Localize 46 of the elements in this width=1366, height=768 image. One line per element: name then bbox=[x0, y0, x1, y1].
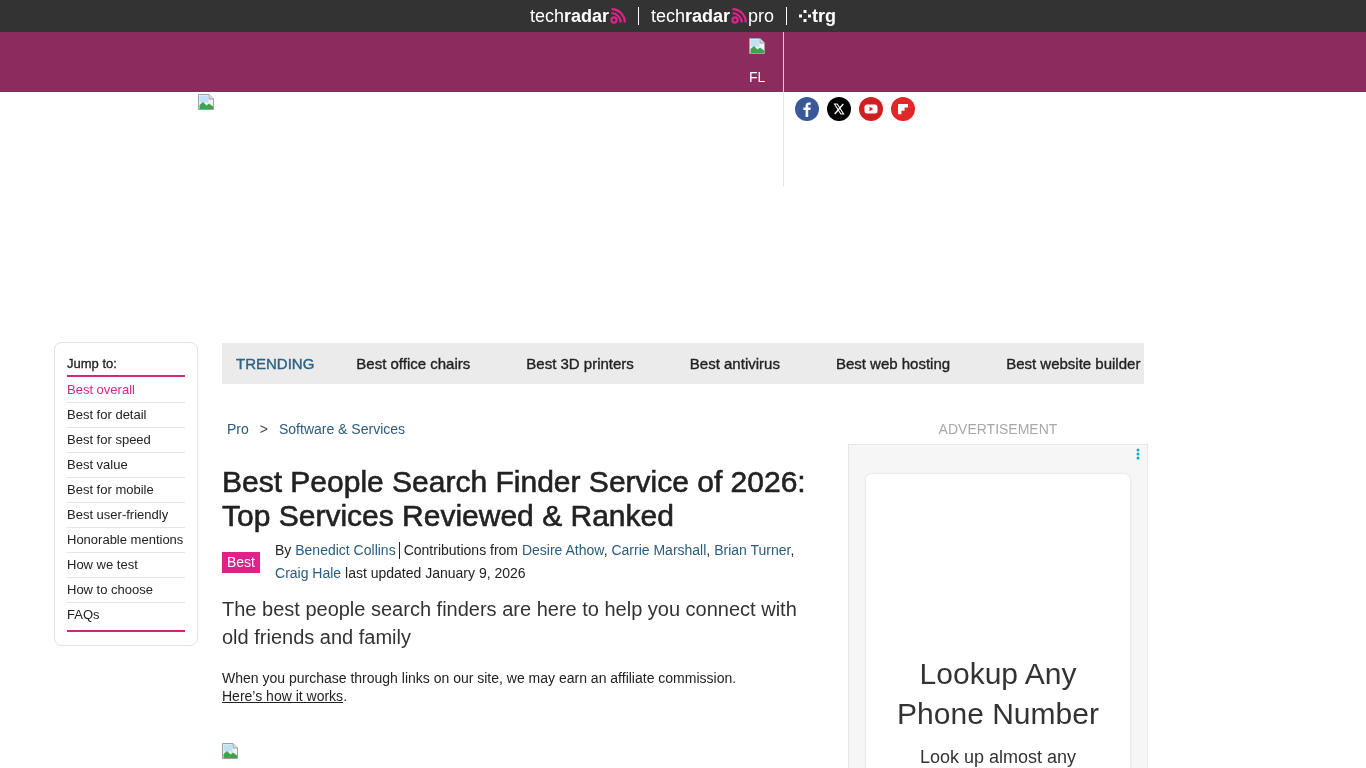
jump-to-title: Jump to: bbox=[67, 355, 118, 373]
trending-link[interactable]: Best web hosting bbox=[835, 355, 951, 372]
brand-logo-link[interactable]: techradar pro bbox=[651, 5, 775, 27]
breadcrumb-link[interactable]: Pro bbox=[227, 419, 249, 439]
x-icon[interactable] bbox=[827, 97, 851, 121]
breadcrumb-separator: > bbox=[259, 420, 268, 439]
jump-link[interactable]: FAQs bbox=[67, 603, 185, 627]
dots-icon bbox=[799, 10, 812, 22]
author-link[interactable]: Craig Hale bbox=[275, 565, 342, 581]
image-alt-text: FL bbox=[749, 68, 766, 86]
trending-label: TRENDING bbox=[236, 355, 315, 372]
affiliate-disclosure: When you purchase through links on our site, we may earn an affiliate commission. Here’s how it works. bbox=[222, 669, 738, 705]
article-title: Best People Search Finder Service of 2026: Top Services Reviewed & Ranked bbox=[222, 465, 807, 533]
ad-label: ADVERTISEMENT bbox=[937, 420, 1059, 439]
jump-link[interactable]: Best value bbox=[67, 453, 185, 478]
signal-icon bbox=[731, 8, 748, 24]
trending-link[interactable]: Best 3D printers bbox=[526, 355, 634, 372]
broken-image-icon bbox=[749, 38, 765, 54]
jump-link[interactable]: Best overall bbox=[67, 378, 185, 403]
ad-text: Look up almost any bbox=[918, 746, 1078, 768]
brand-logo-link[interactable]: trg bbox=[799, 5, 837, 27]
author-link[interactable]: Benedict Collins bbox=[295, 542, 396, 558]
jump-link[interactable]: Best for mobile bbox=[67, 478, 185, 503]
jump-link[interactable]: Honorable mentions bbox=[67, 528, 185, 553]
ad-headline: Lookup Any Phone Number bbox=[896, 656, 1100, 732]
article-subtitle: The best people search finders are here to help you connect with old friends and family bbox=[222, 597, 798, 650]
jump-link[interactable]: Best for detail bbox=[67, 403, 185, 428]
jump-link[interactable]: How we test bbox=[67, 553, 185, 578]
facebook-icon[interactable] bbox=[795, 97, 819, 121]
broken-image-icon bbox=[222, 743, 238, 759]
byline: By Benedict Collins Contributions from Desire Athow, Carrie Marshall, Brian Turner, Craig Hale last updated January 9, 2026 bbox=[275, 541, 796, 583]
broken-image-icon bbox=[198, 94, 214, 110]
breadcrumb-link[interactable]: Software & Services bbox=[279, 419, 406, 439]
trending-link[interactable]: Best website builder bbox=[1006, 355, 1141, 372]
author-link[interactable]: Brian Turner bbox=[714, 542, 791, 558]
jump-link[interactable]: How to choose bbox=[67, 578, 185, 603]
signal-icon bbox=[610, 8, 626, 24]
author-link[interactable]: Desire Athow bbox=[521, 542, 604, 558]
brand-logo-link[interactable]: techradar bbox=[529, 5, 626, 27]
jump-link[interactable]: Best user-friendly bbox=[67, 503, 185, 528]
trending-link[interactable]: Best office chairs bbox=[356, 355, 471, 372]
flipboard-icon[interactable] bbox=[891, 97, 915, 121]
youtube-icon[interactable] bbox=[859, 97, 883, 121]
trending-link[interactable]: Best antivirus bbox=[689, 355, 780, 372]
jump-link[interactable]: Best for speed bbox=[67, 428, 185, 453]
category-badge: Best bbox=[222, 551, 260, 573]
